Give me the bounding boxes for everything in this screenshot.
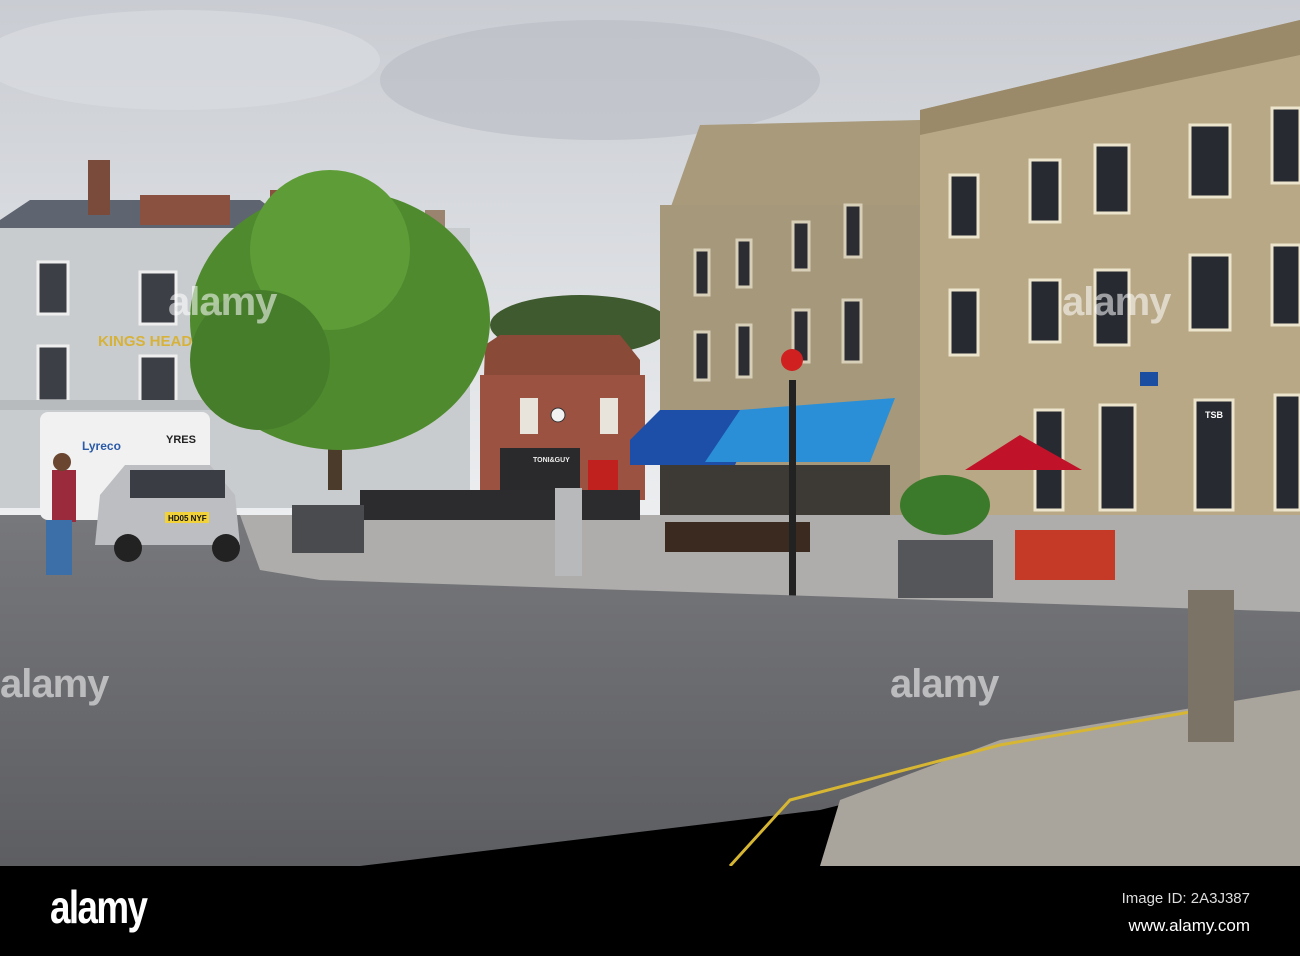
pub-sign: KINGS HEAD	[98, 333, 192, 350]
watermark: alamy	[168, 280, 277, 324]
planter	[292, 505, 364, 553]
tyres-sign: YRES	[166, 434, 196, 446]
watermark: alamy	[0, 662, 109, 706]
no-entry-sign	[781, 349, 803, 371]
salon-sign: TONI&GUY	[533, 457, 570, 464]
alamy-logo: alamy	[50, 881, 148, 933]
image-id: Image ID: 2A3J387	[1121, 890, 1250, 907]
town-square-photo: KINGS HEAD TONI&GUY TSB Lyreco YRES HD05…	[0, 0, 1300, 866]
planter	[898, 540, 993, 598]
van-logo: Lyreco	[82, 439, 121, 453]
wooden-bollard	[1188, 590, 1234, 742]
watermark: alamy	[890, 662, 999, 706]
brick-building: TONI&GUY	[480, 335, 645, 502]
bank-sign: TSB	[1205, 410, 1224, 420]
sign-post	[789, 380, 796, 598]
number-plate: HD05 NYF	[168, 514, 207, 523]
cloud	[380, 20, 820, 140]
watermark: alamy	[1062, 280, 1171, 324]
bollard	[555, 488, 582, 576]
flowers	[900, 475, 990, 535]
site-url: www.alamy.com	[1128, 916, 1250, 935]
footer-bar: alamy Image ID: 2A3J387 www.alamy.com	[0, 866, 1300, 956]
